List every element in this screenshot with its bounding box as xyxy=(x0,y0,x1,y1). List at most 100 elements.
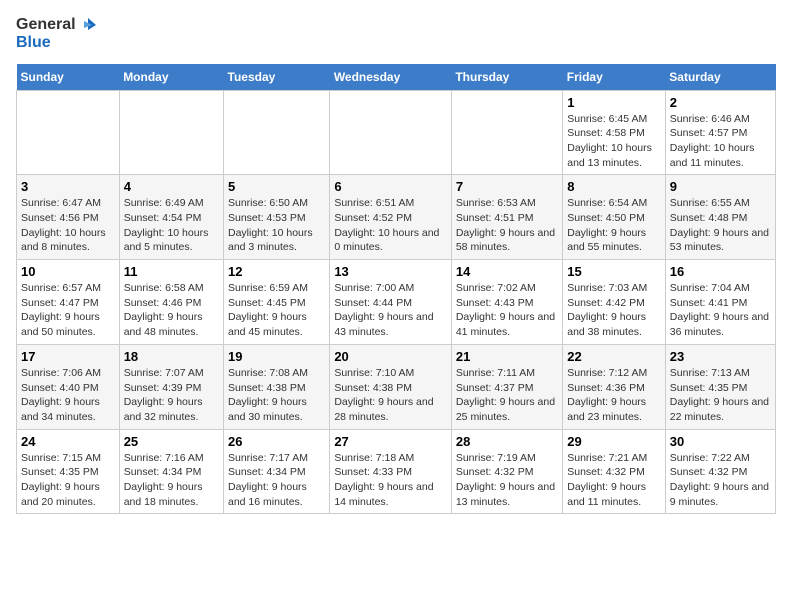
calendar-cell xyxy=(451,90,562,175)
calendar-cell: 19 Sunrise: 7:08 AM Sunset: 4:38 PM Dayli… xyxy=(224,344,330,429)
column-header-friday: Friday xyxy=(563,64,666,91)
day-info: Sunrise: 6:51 AM Sunset: 4:52 PM Dayligh… xyxy=(334,196,447,255)
calendar-week-row: 24Sunrise: 7:15 AM Sunset: 4:35 PM Dayli… xyxy=(17,429,776,514)
calendar-cell: 6 Sunrise: 6:51 AM Sunset: 4:52 PM Daylig… xyxy=(330,175,452,260)
day-number: 30 xyxy=(670,434,771,449)
logo-text-blue: Blue xyxy=(16,34,96,52)
calendar-cell: 11 Sunrise: 6:58 AM Sunset: 4:46 PM Dayli… xyxy=(119,260,223,345)
day-info: Sunrise: 7:11 AM Sunset: 4:37 PM Dayligh… xyxy=(456,366,558,425)
column-header-monday: Monday xyxy=(119,64,223,91)
day-info: Sunrise: 7:02 AM Sunset: 4:43 PM Dayligh… xyxy=(456,281,558,340)
day-number: 2 xyxy=(670,95,771,110)
day-info: Sunrise: 7:19 AM Sunset: 4:32 PM Dayligh… xyxy=(456,451,558,510)
day-info: Sunrise: 7:04 AM Sunset: 4:41 PM Dayligh… xyxy=(670,281,771,340)
calendar-cell: 22 Sunrise: 7:12 AM Sunset: 4:36 PM Dayli… xyxy=(563,344,666,429)
day-number: 19 xyxy=(228,349,325,364)
calendar-cell: 7 Sunrise: 6:53 AM Sunset: 4:51 PM Daylig… xyxy=(451,175,562,260)
day-info: Sunrise: 7:15 AM Sunset: 4:35 PM Dayligh… xyxy=(21,451,115,510)
calendar-cell: 18 Sunrise: 7:07 AM Sunset: 4:39 PM Dayli… xyxy=(119,344,223,429)
day-number: 5 xyxy=(228,179,325,194)
day-number: 14 xyxy=(456,264,558,279)
day-number: 28 xyxy=(456,434,558,449)
day-number: 27 xyxy=(334,434,447,449)
day-number: 3 xyxy=(21,179,115,194)
day-info: Sunrise: 6:55 AM Sunset: 4:48 PM Dayligh… xyxy=(670,196,771,255)
day-info: Sunrise: 7:17 AM Sunset: 4:34 PM Dayligh… xyxy=(228,451,325,510)
day-info: Sunrise: 6:58 AM Sunset: 4:46 PM Dayligh… xyxy=(124,281,219,340)
day-info: Sunrise: 7:22 AM Sunset: 4:32 PM Dayligh… xyxy=(670,451,771,510)
column-header-sunday: Sunday xyxy=(17,64,120,91)
day-info: Sunrise: 6:46 AM Sunset: 4:57 PM Dayligh… xyxy=(670,112,771,171)
column-header-thursday: Thursday xyxy=(451,64,562,91)
day-info: Sunrise: 7:08 AM Sunset: 4:38 PM Dayligh… xyxy=(228,366,325,425)
day-number: 6 xyxy=(334,179,447,194)
day-info: Sunrise: 7:12 AM Sunset: 4:36 PM Dayligh… xyxy=(567,366,661,425)
day-number: 21 xyxy=(456,349,558,364)
day-info: Sunrise: 6:57 AM Sunset: 4:47 PM Dayligh… xyxy=(21,281,115,340)
day-number: 22 xyxy=(567,349,661,364)
calendar-cell: 17 Sunrise: 7:06 AM Sunset: 4:40 PM Dayli… xyxy=(17,344,120,429)
calendar-cell: 30 Sunrise: 7:22 AM Sunset: 4:32 PM Dayli… xyxy=(665,429,775,514)
day-number: 12 xyxy=(228,264,325,279)
day-number: 17 xyxy=(21,349,115,364)
calendar-cell: 8 Sunrise: 6:54 AM Sunset: 4:50 PM Daylig… xyxy=(563,175,666,260)
day-number: 29 xyxy=(567,434,661,449)
day-info: Sunrise: 7:06 AM Sunset: 4:40 PM Dayligh… xyxy=(21,366,115,425)
calendar-cell: 27 Sunrise: 7:18 AM Sunset: 4:33 PM Dayli… xyxy=(330,429,452,514)
logo: General Blue xyxy=(16,16,96,52)
calendar-table: SundayMondayTuesdayWednesdayThursdayFrid… xyxy=(16,64,776,515)
day-number: 10 xyxy=(21,264,115,279)
day-info: Sunrise: 6:54 AM Sunset: 4:50 PM Dayligh… xyxy=(567,196,661,255)
calendar-cell: 9 Sunrise: 6:55 AM Sunset: 4:48 PM Daylig… xyxy=(665,175,775,260)
calendar-cell: 29 Sunrise: 7:21 AM Sunset: 4:32 PM Dayli… xyxy=(563,429,666,514)
calendar-cell: 10 Sunrise: 6:57 AM Sunset: 4:47 PM Dayli… xyxy=(17,260,120,345)
calendar-week-row: 3Sunrise: 6:47 AM Sunset: 4:56 PM Daylig… xyxy=(17,175,776,260)
day-info: Sunrise: 7:18 AM Sunset: 4:33 PM Dayligh… xyxy=(334,451,447,510)
day-number: 18 xyxy=(124,349,219,364)
day-info: Sunrise: 6:53 AM Sunset: 4:51 PM Dayligh… xyxy=(456,196,558,255)
logo-text-general: General xyxy=(16,16,76,34)
column-header-saturday: Saturday xyxy=(665,64,775,91)
calendar-week-row: 17 Sunrise: 7:06 AM Sunset: 4:40 PM Dayli… xyxy=(17,344,776,429)
day-info: Sunrise: 6:49 AM Sunset: 4:54 PM Dayligh… xyxy=(124,196,219,255)
day-number: 9 xyxy=(670,179,771,194)
calendar-cell: 23 Sunrise: 7:13 AM Sunset: 4:35 PM Dayli… xyxy=(665,344,775,429)
day-info: Sunrise: 7:16 AM Sunset: 4:34 PM Dayligh… xyxy=(124,451,219,510)
calendar-cell xyxy=(17,90,120,175)
day-number: 1 xyxy=(567,95,661,110)
calendar-cell: 13Sunrise: 7:00 AM Sunset: 4:44 PM Dayli… xyxy=(330,260,452,345)
day-number: 13 xyxy=(334,264,447,279)
calendar-cell: 20Sunrise: 7:10 AM Sunset: 4:38 PM Dayli… xyxy=(330,344,452,429)
day-number: 23 xyxy=(670,349,771,364)
day-number: 25 xyxy=(124,434,219,449)
calendar-header-row: SundayMondayTuesdayWednesdayThursdayFrid… xyxy=(17,64,776,91)
day-number: 11 xyxy=(124,264,219,279)
column-header-tuesday: Tuesday xyxy=(224,64,330,91)
day-number: 20 xyxy=(334,349,447,364)
calendar-cell: 28 Sunrise: 7:19 AM Sunset: 4:32 PM Dayli… xyxy=(451,429,562,514)
calendar-cell: 14 Sunrise: 7:02 AM Sunset: 4:43 PM Dayli… xyxy=(451,260,562,345)
logo-bird-icon xyxy=(78,16,96,34)
calendar-cell: 16 Sunrise: 7:04 AM Sunset: 4:41 PM Dayli… xyxy=(665,260,775,345)
calendar-week-row: 10 Sunrise: 6:57 AM Sunset: 4:47 PM Dayli… xyxy=(17,260,776,345)
day-info: Sunrise: 6:45 AM Sunset: 4:58 PM Dayligh… xyxy=(567,112,661,171)
calendar-cell xyxy=(119,90,223,175)
day-info: Sunrise: 7:21 AM Sunset: 4:32 PM Dayligh… xyxy=(567,451,661,510)
calendar-cell: 1 Sunrise: 6:45 AM Sunset: 4:58 PM Daylig… xyxy=(563,90,666,175)
day-info: Sunrise: 6:59 AM Sunset: 4:45 PM Dayligh… xyxy=(228,281,325,340)
day-number: 7 xyxy=(456,179,558,194)
calendar-cell xyxy=(330,90,452,175)
calendar-cell: 21 Sunrise: 7:11 AM Sunset: 4:37 PM Dayli… xyxy=(451,344,562,429)
calendar-cell xyxy=(224,90,330,175)
day-info: Sunrise: 7:13 AM Sunset: 4:35 PM Dayligh… xyxy=(670,366,771,425)
day-number: 8 xyxy=(567,179,661,194)
day-number: 16 xyxy=(670,264,771,279)
calendar-week-row: 1 Sunrise: 6:45 AM Sunset: 4:58 PM Daylig… xyxy=(17,90,776,175)
day-info: Sunrise: 7:07 AM Sunset: 4:39 PM Dayligh… xyxy=(124,366,219,425)
calendar-cell: 4 Sunrise: 6:49 AM Sunset: 4:54 PM Daylig… xyxy=(119,175,223,260)
day-number: 4 xyxy=(124,179,219,194)
calendar-cell: 15Sunrise: 7:03 AM Sunset: 4:42 PM Dayli… xyxy=(563,260,666,345)
day-number: 15 xyxy=(567,264,661,279)
calendar-cell: 26Sunrise: 7:17 AM Sunset: 4:34 PM Dayli… xyxy=(224,429,330,514)
header: General Blue xyxy=(16,16,776,52)
